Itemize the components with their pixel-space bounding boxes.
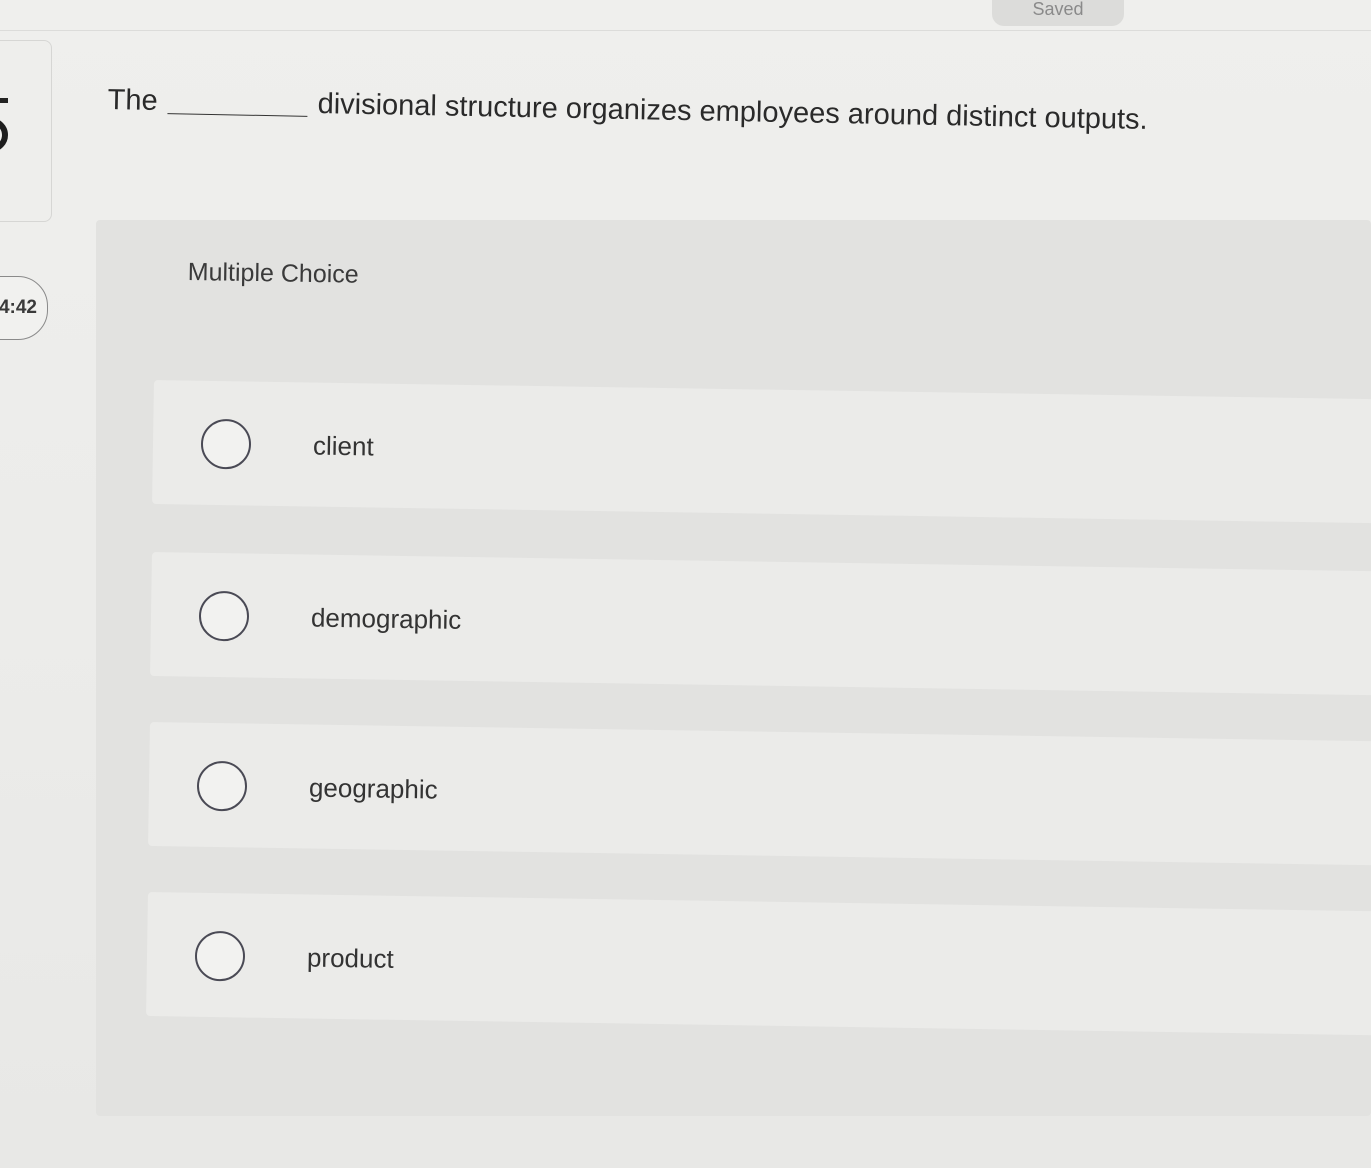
choice-label: demographic: [310, 602, 462, 635]
question-number-mark: [0, 98, 8, 103]
timer-badge: 4:42: [0, 276, 48, 340]
question-blank: [167, 112, 308, 117]
radio-button-icon[interactable]: [198, 590, 250, 642]
choice-option-demographic[interactable]: demographic: [150, 552, 1371, 696]
choice-label: client: [312, 430, 374, 462]
radio-button-icon[interactable]: [196, 760, 248, 812]
question-prompt: The divisional structure organizes emplo…: [107, 84, 1148, 137]
radio-button-icon[interactable]: [200, 418, 252, 470]
choice-option-client[interactable]: client: [152, 380, 1371, 524]
question-number-panel: [0, 40, 52, 222]
question-type-label: Multiple Choice: [187, 258, 359, 289]
radio-button-icon[interactable]: [194, 930, 246, 982]
timer-value: 4:42: [0, 297, 37, 318]
saved-status-label: Saved: [1032, 0, 1084, 19]
choice-option-geographic[interactable]: geographic: [148, 722, 1371, 866]
header-divider: [0, 30, 1371, 31]
quiz-page: Saved 4:42 The divisional structure orga…: [0, 0, 1371, 1168]
choice-label: product: [306, 942, 394, 974]
saved-status-badge: Saved: [992, 0, 1124, 26]
question-text-after: divisional structure organizes employees…: [317, 88, 1148, 136]
choice-label: geographic: [308, 772, 438, 805]
question-text-before: The: [107, 84, 158, 117]
choice-option-product[interactable]: product: [146, 892, 1371, 1036]
